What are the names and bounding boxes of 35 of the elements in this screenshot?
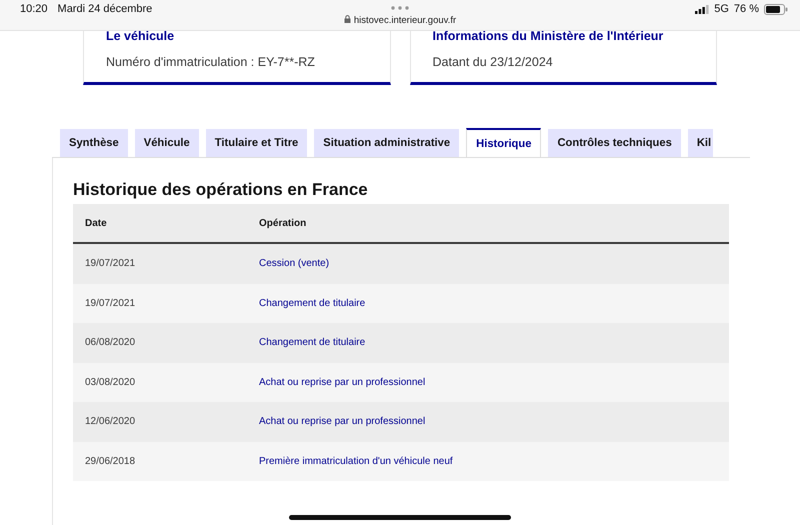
card-text: Numéro d'immatriculation : EY-7**-RZ: [106, 55, 315, 69]
date-cell: 29/06/2018: [73, 442, 247, 481]
column-header: Opération: [247, 204, 729, 243]
tab[interactable]: Véhicule: [134, 129, 199, 157]
operation-link[interactable]: Achat ou reprise par un professionnel: [259, 376, 426, 388]
date-text: Mardi 24 décembre: [58, 3, 152, 15]
lock-icon: [344, 15, 351, 23]
column-header: Date: [73, 204, 247, 243]
network-label: 5G: [714, 3, 729, 15]
battery-percent: 76 %: [734, 3, 759, 15]
date-cell: 12/06/2020: [73, 402, 247, 442]
clock-time: 10:20: [20, 3, 48, 15]
operation-link[interactable]: Première immatriculation d'un véhicule neuf: [259, 456, 453, 467]
date-cell: 06/08/2020: [73, 323, 247, 362]
tab[interactable]: Titulaire et Titre: [206, 129, 308, 157]
tab[interactable]: Synthèse: [60, 129, 128, 157]
card-title: Informations du Ministère de l'Intérieur: [432, 29, 664, 43]
operation-link[interactable]: Changement de titulaire: [259, 337, 366, 348]
tab[interactable]: Situation administrative: [314, 129, 460, 157]
section-title: Historique des opérations en France: [73, 180, 368, 200]
date-cell: 19/07/2021: [73, 243, 247, 284]
date-cell: 19/07/2021: [73, 284, 247, 323]
operation-link[interactable]: Achat ou reprise par un professionnel: [259, 416, 426, 428]
card-text: Datant du 23/12/2024: [432, 55, 553, 69]
date-cell: 03/08/2020: [73, 362, 247, 402]
url-text[interactable]: histovec.interieur.gouv.fr: [344, 15, 456, 26]
tab[interactable]: Kil: [688, 129, 714, 157]
more-icon[interactable]: [390, 5, 410, 11]
tab[interactable]: Historique: [466, 128, 542, 157]
operation-link[interactable]: Cession (vente): [259, 258, 330, 270]
signal-icon: [695, 4, 710, 14]
operation-link[interactable]: Changement de titulaire: [259, 298, 366, 309]
tab[interactable]: Contrôles techniques: [548, 129, 681, 157]
card-title: Le véhicule: [106, 29, 174, 43]
battery-icon: [764, 4, 788, 14]
